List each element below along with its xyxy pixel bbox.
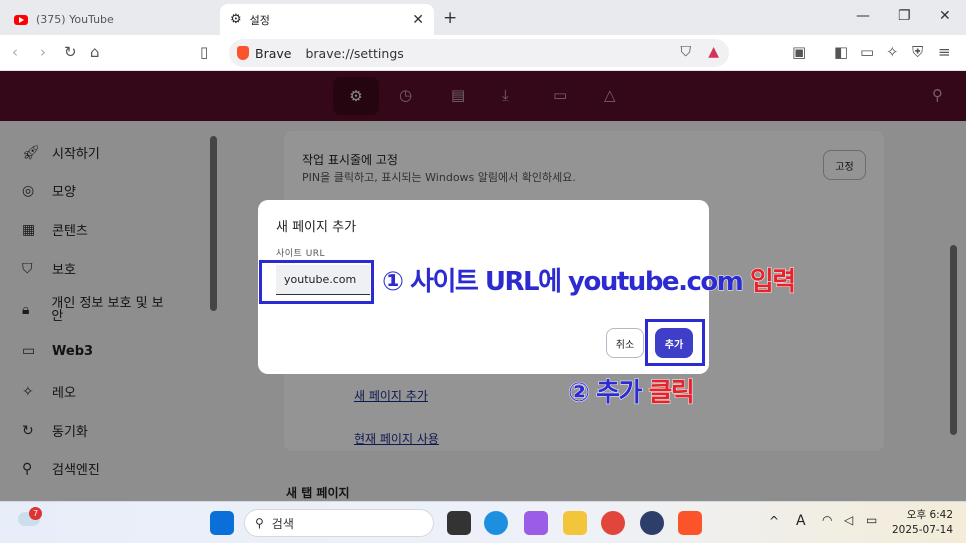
- step2-text: 추가: [596, 378, 643, 409]
- clock[interactable]: 오후 6:42 2025-07-14: [892, 508, 953, 538]
- wifi-icon[interactable]: ◠: [822, 513, 832, 527]
- cancel-button[interactable]: 취소: [606, 328, 644, 358]
- tab-youtube[interactable]: (375) YouTube ✕: [4, 4, 214, 35]
- leo-icon[interactable]: ✧: [886, 43, 899, 61]
- address-bar[interactable]: Brave brave://settings ⛉ ▲: [229, 39, 729, 67]
- url-brand: Brave: [255, 45, 292, 61]
- taskbar-search[interactable]: ⚲ 검색: [244, 509, 434, 537]
- step2-caption: ② 추가 클릭: [568, 372, 696, 409]
- toolbar: ‹ › ↻ ⌂ ▯ Brave brave://settings ⛉ ▲ ▣ ◧…: [0, 35, 966, 71]
- minimize-icon[interactable]: —: [856, 8, 870, 24]
- chrome-icon[interactable]: [601, 511, 625, 535]
- gear-icon: ⚙: [230, 12, 242, 27]
- volume-icon[interactable]: ◁: [844, 513, 853, 527]
- site-url-label: 사이트 URL: [276, 249, 326, 259]
- menu-icon[interactable]: ≡: [938, 43, 951, 61]
- forward-icon[interactable]: ›: [40, 43, 46, 61]
- input-highlight-box: [259, 260, 374, 304]
- step1-circle: ①: [382, 267, 405, 298]
- tab-title: (375) YouTube: [36, 13, 114, 26]
- back-icon[interactable]: ‹: [12, 43, 18, 61]
- battery-icon[interactable]: ▭: [866, 513, 877, 527]
- brave-shields-icon[interactable]: ⛉: [681, 44, 692, 60]
- weather-badge: 7: [29, 507, 42, 520]
- restore-icon[interactable]: ❐: [898, 8, 911, 24]
- brave-icon: [237, 46, 249, 60]
- copilot-icon[interactable]: [524, 511, 548, 535]
- tray-chevron-icon[interactable]: ^: [769, 514, 779, 528]
- window-close-icon[interactable]: ✕: [939, 8, 951, 24]
- search-icon: ⚲: [255, 516, 264, 530]
- windows-start-icon[interactable]: [210, 511, 234, 535]
- reload-icon[interactable]: ↻: [64, 43, 77, 61]
- dialog-title: 새 페이지 추가: [276, 220, 357, 235]
- clock-time: 오후 6:42: [906, 509, 954, 521]
- url-text: brave://settings: [305, 45, 404, 61]
- bookmark-icon[interactable]: ▯: [200, 43, 208, 61]
- add-button-highlight-box: [645, 319, 705, 366]
- screenshot-icon[interactable]: ▣: [792, 43, 806, 61]
- close-icon[interactable]: ✕: [412, 12, 424, 28]
- new-tab-icon[interactable]: +: [443, 8, 457, 28]
- wallet-icon[interactable]: ▭: [860, 43, 874, 61]
- step1-text: 사이트 URL에 youtube.com: [410, 267, 745, 298]
- search-label: 검색: [271, 516, 294, 531]
- edge-icon[interactable]: [484, 511, 508, 535]
- rewards-icon[interactable]: ▲: [708, 44, 719, 60]
- home-icon[interactable]: ⌂: [90, 43, 100, 61]
- step2-circle: ②: [568, 378, 591, 409]
- step2-suffix: 클릭: [648, 378, 695, 409]
- media-player-icon[interactable]: [640, 511, 664, 535]
- clock-date: 2025-07-14: [892, 524, 954, 536]
- step1-suffix: 입력: [749, 267, 796, 298]
- vpn-icon[interactable]: ⛨: [912, 43, 923, 61]
- taskbar: 7 ⚲ 검색 ^ A ◠ ◁ ▭ 오후 6:42 2025-07-14: [0, 501, 966, 543]
- file-explorer-icon[interactable]: [563, 511, 587, 535]
- step1-caption: ① 사이트 URL에 youtube.com 입력: [382, 261, 797, 298]
- youtube-icon: [14, 14, 28, 25]
- ime-indicator[interactable]: A: [796, 513, 806, 529]
- task-view-icon[interactable]: [447, 511, 471, 535]
- tab-title: 설정: [249, 13, 270, 27]
- sidebar-icon[interactable]: ◧: [834, 43, 848, 61]
- brave-taskbar-icon[interactable]: [678, 511, 702, 535]
- tab-settings[interactable]: ⚙ 설정 ✕: [220, 4, 434, 35]
- tab-strip: (375) YouTube ✕ ⚙ 설정 ✕ + — ❐ ✕: [0, 0, 966, 35]
